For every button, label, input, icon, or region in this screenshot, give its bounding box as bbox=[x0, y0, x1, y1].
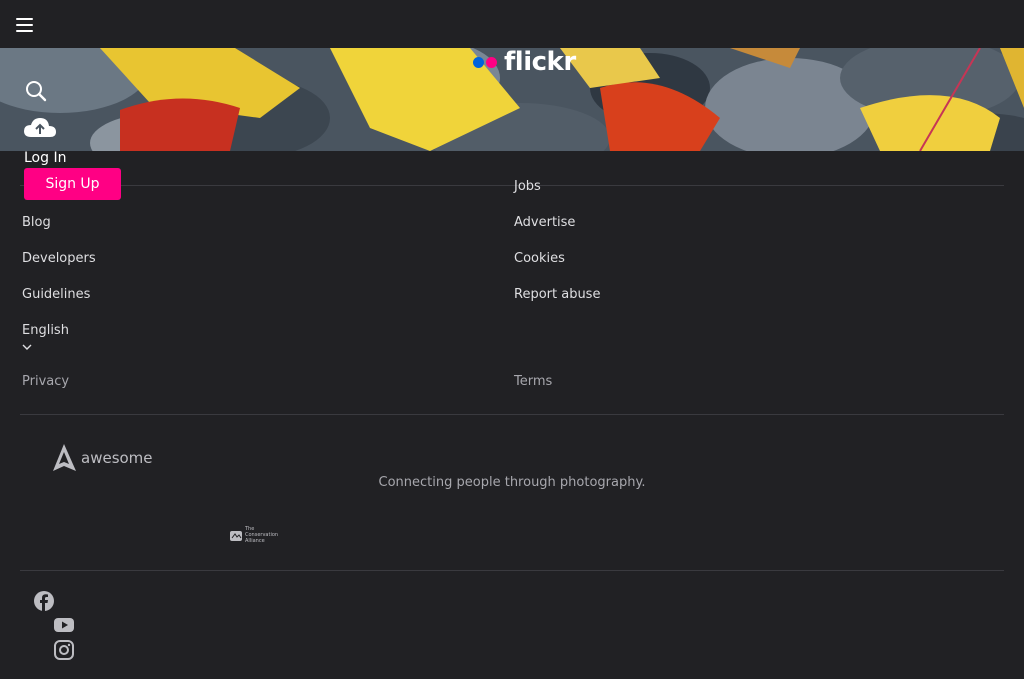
hamburger-menu-icon[interactable] bbox=[16, 18, 33, 32]
logo-pink-dot bbox=[486, 56, 497, 68]
footer-divider-bottom bbox=[20, 570, 1004, 571]
conservation-alliance-logo[interactable]: The Conservation Alliance bbox=[230, 526, 290, 544]
footer-link-blog[interactable]: Blog bbox=[22, 215, 51, 231]
footer-divider-middle bbox=[20, 414, 1004, 415]
footer-link-report-abuse[interactable]: Report abuse bbox=[514, 287, 600, 303]
awesome-logo[interactable]: awesome bbox=[52, 443, 162, 473]
logo-wordmark: flickr bbox=[504, 47, 576, 77]
search-icon[interactable] bbox=[25, 80, 47, 102]
alliance-text: The Conservation Alliance bbox=[245, 526, 279, 544]
footer-link-jobs[interactable]: Jobs bbox=[514, 179, 541, 195]
alliance-emblem-icon bbox=[230, 531, 242, 541]
facebook-icon[interactable] bbox=[34, 591, 54, 611]
footer-tagline: Connecting people through photography. bbox=[378, 475, 646, 490]
footer-link-guidelines[interactable]: Guidelines bbox=[22, 287, 90, 303]
flickr-logo[interactable]: flickr bbox=[473, 48, 576, 76]
top-bar bbox=[0, 0, 1024, 48]
youtube-icon[interactable] bbox=[54, 618, 74, 632]
awesome-logo-text: awesome bbox=[81, 449, 153, 467]
language-selector[interactable]: English bbox=[22, 323, 69, 339]
signup-button[interactable]: Sign Up bbox=[24, 168, 121, 200]
footer-link-developers[interactable]: Developers bbox=[22, 251, 96, 267]
login-link[interactable]: Log In bbox=[24, 149, 66, 167]
instagram-icon[interactable] bbox=[54, 640, 74, 660]
upload-cloud-icon[interactable] bbox=[23, 115, 57, 139]
footer-link-terms[interactable]: Terms bbox=[514, 374, 552, 390]
footer-link-cookies[interactable]: Cookies bbox=[514, 251, 565, 267]
chevron-down-icon[interactable] bbox=[22, 344, 32, 351]
page: flickr Log In Sign Up Jobs Blog Advertis… bbox=[0, 0, 1024, 679]
logo-blue-dot bbox=[473, 56, 484, 68]
footer-link-privacy[interactable]: Privacy bbox=[22, 374, 69, 390]
footer-divider-top bbox=[20, 185, 1004, 186]
footer-link-advertise[interactable]: Advertise bbox=[514, 215, 575, 231]
